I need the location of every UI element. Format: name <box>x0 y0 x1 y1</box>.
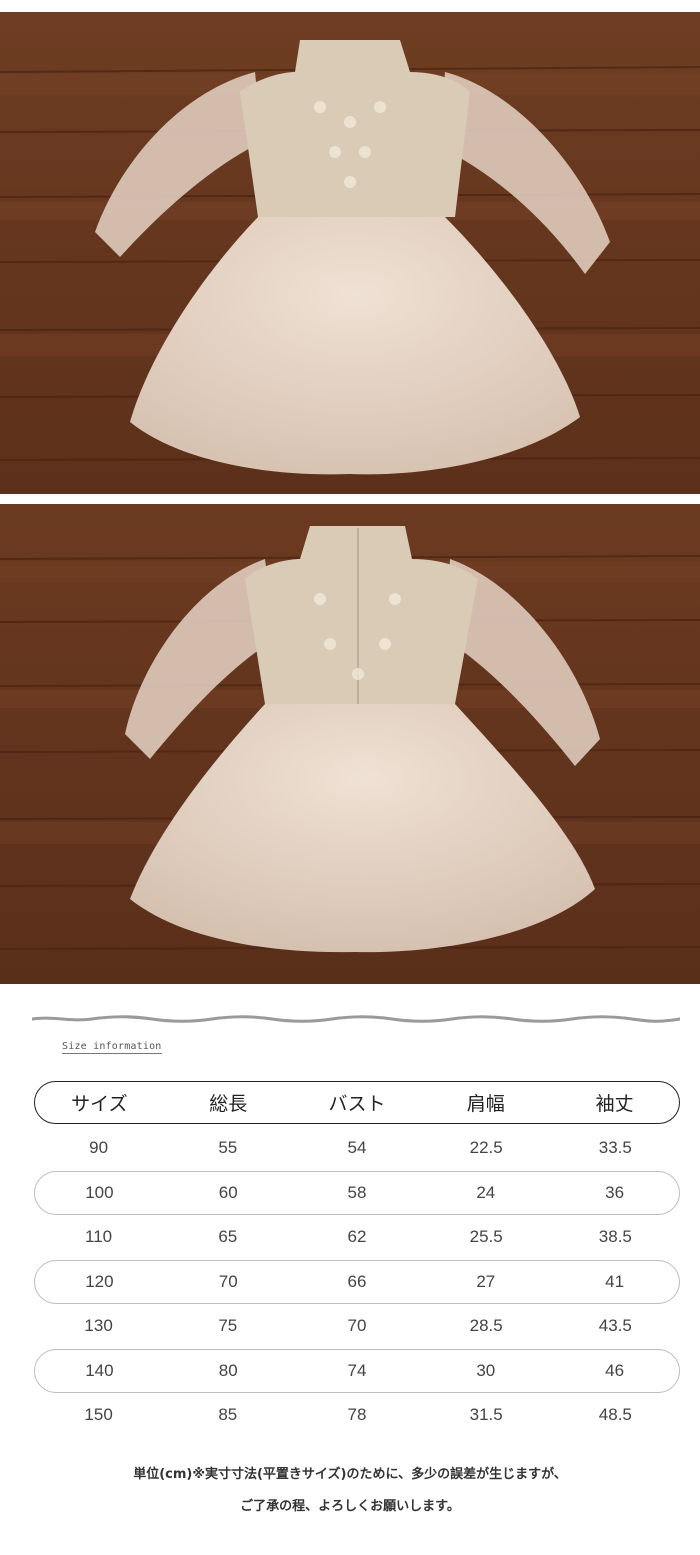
table-cell: 140 <box>85 1360 114 1380</box>
table-cell: 100 <box>85 1182 114 1202</box>
table-cell: 70 <box>347 1316 367 1335</box>
table-cell: 55 <box>218 1138 238 1157</box>
table-row: 110 65 62 25.5 38.5 <box>34 1215 680 1259</box>
table-cell: 41 <box>605 1271 625 1291</box>
table-cell: 120 <box>85 1271 114 1291</box>
header-shoulder-width: 肩幅 <box>466 1093 505 1115</box>
wavy-divider <box>32 1015 680 1023</box>
table-row: 140 80 74 30 46 <box>34 1348 680 1393</box>
table-cell: 60 <box>218 1182 238 1202</box>
measurement-note: 単位(cm)※実寸寸法(平置きサイズ)のために、多少の誤差が生じますが、 <box>133 1467 567 1482</box>
dress-back-photo <box>0 504 700 984</box>
table-row: 150 85 78 31.5 48.5 <box>34 1393 680 1437</box>
table-cell: 24 <box>476 1182 496 1202</box>
table-cell: 25.5 <box>469 1227 503 1246</box>
table-cell: 78 <box>347 1405 367 1424</box>
table-cell: 28.5 <box>469 1316 503 1335</box>
table-cell: 90 <box>89 1138 109 1157</box>
size-information-label: Size information <box>62 1041 162 1054</box>
table-cell: 75 <box>218 1316 238 1335</box>
table-row: 120 70 66 27 41 <box>34 1259 680 1304</box>
table-cell: 38.5 <box>598 1227 632 1246</box>
acknowledgement-note: ご了承の程、よろしくお願いします。 <box>240 1499 460 1514</box>
table-cell: 22.5 <box>469 1138 503 1157</box>
table-cell: 58 <box>347 1182 367 1202</box>
table-cell: 130 <box>84 1316 113 1335</box>
table-cell: 43.5 <box>598 1316 632 1335</box>
table-cell: 150 <box>84 1405 113 1424</box>
dress-front-photo <box>0 12 700 494</box>
table-row: 90 55 54 22.5 33.5 <box>34 1126 680 1170</box>
table-cell: 33.5 <box>598 1138 632 1157</box>
table-cell: 74 <box>347 1360 367 1380</box>
table-header-row: サイズ 総長 バスト 肩幅 袖丈 <box>34 1081 680 1124</box>
table-row: 100 60 58 24 36 <box>34 1170 680 1215</box>
table-cell: 70 <box>218 1271 238 1291</box>
table-cell: 36 <box>605 1182 625 1202</box>
table-row: 130 75 70 28.5 43.5 <box>34 1304 680 1348</box>
table-cell: 54 <box>347 1138 367 1157</box>
table-cell: 31.5 <box>469 1405 503 1424</box>
table-cell: 66 <box>347 1271 367 1291</box>
header-bust: バスト <box>328 1093 386 1115</box>
table-cell: 48.5 <box>598 1405 632 1424</box>
header-size: サイズ <box>71 1093 128 1115</box>
header-total-length: 総長 <box>209 1093 248 1115</box>
table-cell: 65 <box>218 1227 238 1246</box>
table-cell: 85 <box>218 1405 238 1424</box>
table-cell: 80 <box>218 1360 238 1380</box>
header-sleeve-length: 袖丈 <box>595 1093 634 1115</box>
table-cell: 30 <box>476 1360 496 1380</box>
table-cell: 46 <box>605 1360 625 1380</box>
table-cell: 110 <box>85 1227 113 1246</box>
size-table: サイズ 総長 バスト 肩幅 袖丈 90 55 54 22.5 33.5 100 … <box>34 1081 680 1438</box>
table-cell: 62 <box>347 1227 367 1246</box>
table-cell: 27 <box>476 1271 496 1291</box>
